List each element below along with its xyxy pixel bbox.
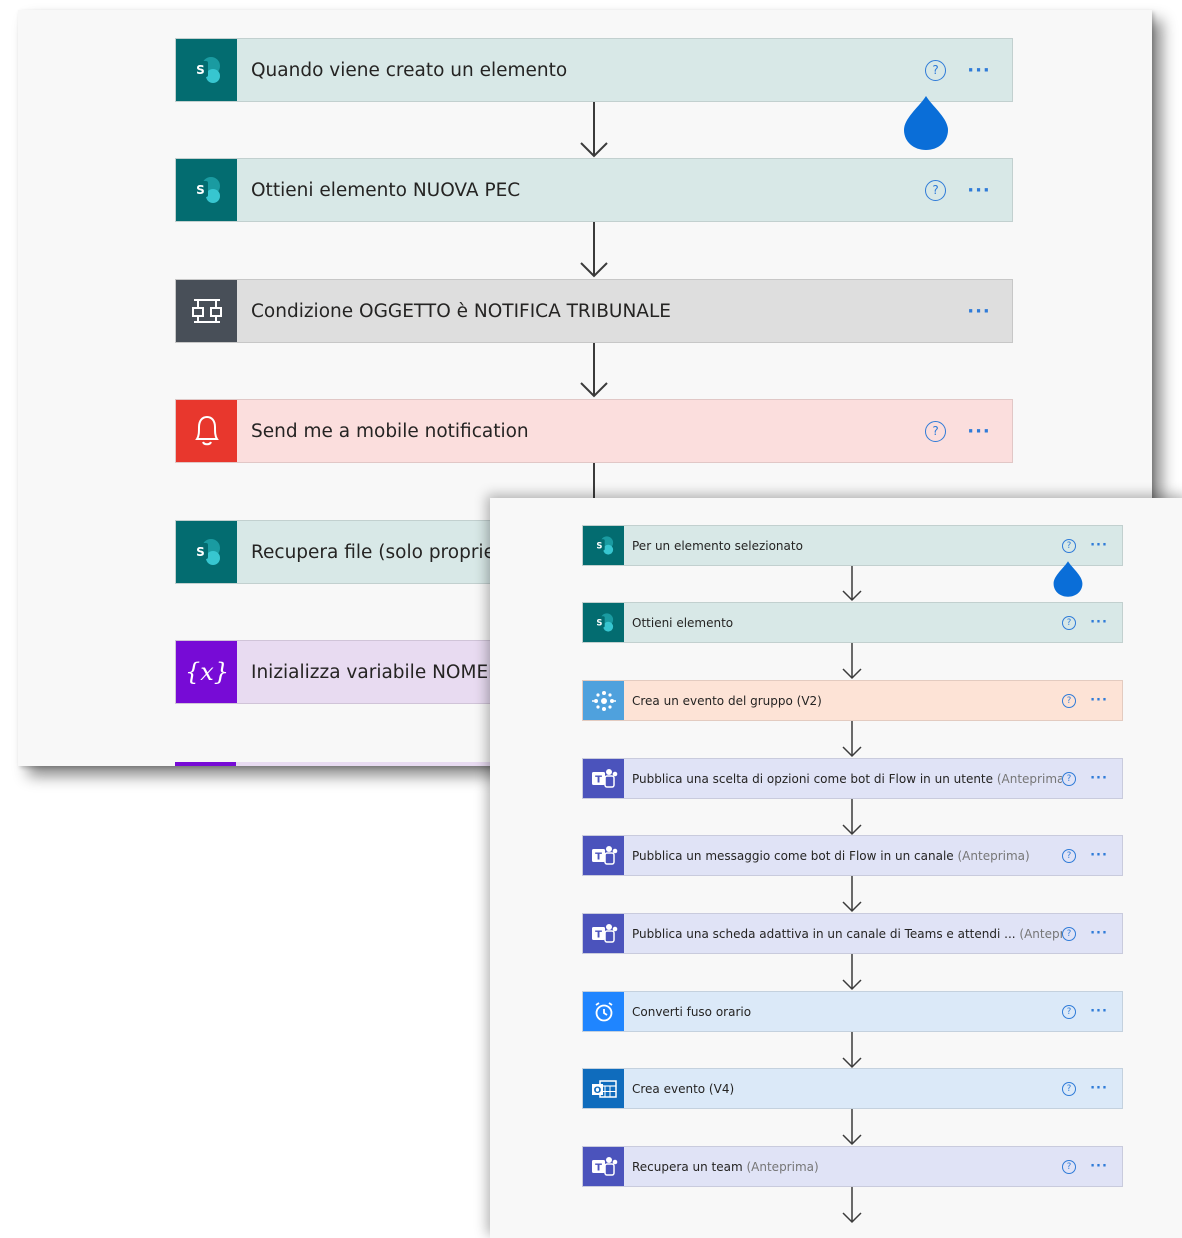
svg-text:S: S xyxy=(196,63,205,77)
help-icon[interactable]: ? xyxy=(1062,848,1076,863)
sharepoint-icon: S xyxy=(176,39,237,101)
step-title: Recupera un team (Anteprima) xyxy=(624,1160,1062,1174)
step-title-text: Per un elemento selezionato xyxy=(632,538,803,553)
office-groups-icon xyxy=(583,681,624,720)
teams-icon: T xyxy=(583,1147,624,1186)
more-options-icon[interactable]: ··· xyxy=(946,421,1012,442)
step-converti-fuso-orario[interactable]: Converti fuso orario ? ··· xyxy=(582,991,1123,1032)
sharepoint-icon: S xyxy=(176,159,237,221)
help-icon[interactable]: ? xyxy=(1062,538,1076,553)
svg-text:T: T xyxy=(595,774,602,785)
more-options-icon[interactable]: ··· xyxy=(1076,926,1122,941)
svg-text:T: T xyxy=(595,851,602,862)
more-options-icon[interactable]: ··· xyxy=(1076,1159,1122,1174)
teams-icon: T xyxy=(583,759,624,798)
flow-designer-window-front: S Per un elemento selezionato ? ··· S Ot… xyxy=(490,498,1182,1238)
svg-text:T: T xyxy=(595,929,602,940)
step-title: Ottieni elemento xyxy=(624,616,1062,630)
step-title: Send me a mobile notification xyxy=(251,420,529,442)
svg-text:S: S xyxy=(196,545,205,559)
sharepoint-icon: S xyxy=(583,526,624,565)
step-pubblica-messaggio[interactable]: T Pubblica un messaggio come bot di Flow… xyxy=(582,835,1123,876)
condition-icon xyxy=(176,280,237,342)
step-recupera-team[interactable]: T Recupera un team (Anteprima) ? ··· xyxy=(582,1146,1123,1187)
teams-icon: T xyxy=(583,914,624,953)
preview-suffix: (Anteprima) xyxy=(1019,926,1062,941)
step-title-text: Pubblica una scheda adattiva in un canal… xyxy=(632,926,1016,941)
step-crea-evento-v4[interactable]: O Crea evento (V4) ? ··· xyxy=(582,1068,1123,1109)
help-icon[interactable]: ? xyxy=(1062,926,1076,941)
alarm-clock-icon xyxy=(583,992,624,1031)
help-icon[interactable]: ? xyxy=(1062,1004,1076,1019)
svg-text:O: O xyxy=(593,1086,601,1096)
more-options-icon[interactable]: ··· xyxy=(1076,771,1122,786)
step-title: Per un elemento selezionato xyxy=(624,539,1062,553)
step-title-text: Recupera un team xyxy=(632,1159,743,1174)
more-options-icon[interactable]: ··· xyxy=(946,60,1012,81)
help-icon[interactable]: ? xyxy=(1062,1159,1076,1174)
more-options-icon[interactable]: ··· xyxy=(946,180,1012,201)
teams-icon: T xyxy=(583,836,624,875)
svg-text:S: S xyxy=(596,540,602,550)
svg-text:{x}: {x} xyxy=(184,658,228,686)
step-title-text: Pubblica un messaggio come bot di Flow i… xyxy=(632,848,954,863)
step-quando-viene-creato[interactable]: S Quando viene creato un elemento ? ··· xyxy=(175,38,1013,102)
step-title: Crea un evento del gruppo (V2) xyxy=(624,694,1062,708)
step-send-mobile-notification[interactable]: Send me a mobile notification ? ··· xyxy=(175,399,1013,463)
step-title: Quando viene creato un elemento xyxy=(251,59,568,81)
svg-text:S: S xyxy=(596,617,602,627)
step-pubblica-scelta-opzioni[interactable]: T Pubblica una scelta di opzioni come bo… xyxy=(582,758,1123,799)
step-title: Condizione OGGETTO è NOTIFICA TRIBUNALE xyxy=(251,300,671,322)
preview-suffix: (Anteprima) xyxy=(957,848,1030,863)
step-crea-evento-gruppo[interactable]: Crea un evento del gruppo (V2) ? ··· xyxy=(582,680,1123,721)
step-title: Ottieni elemento NUOVA PEC xyxy=(251,179,521,201)
drop-marker-icon xyxy=(1053,561,1083,597)
step-pubblica-scheda-adattiva[interactable]: T Pubblica una scheda adattiva in un can… xyxy=(582,913,1123,954)
step-per-un-elemento-selezionato[interactable]: S Per un elemento selezionato ? ··· xyxy=(582,525,1123,566)
more-options-icon[interactable]: ··· xyxy=(1076,693,1122,708)
step-title: Pubblica un messaggio come bot di Flow i… xyxy=(624,849,1062,863)
step-title: Pubblica una scelta di opzioni come bot … xyxy=(624,772,1062,786)
help-icon[interactable]: ? xyxy=(925,59,946,81)
help-icon[interactable]: ? xyxy=(1062,693,1076,708)
step-title-text: Crea evento (V4) xyxy=(632,1081,735,1096)
sharepoint-icon: S xyxy=(583,603,624,642)
outlook-calendar-icon: O xyxy=(583,1069,624,1108)
more-options-icon[interactable]: ··· xyxy=(946,301,1012,322)
step-ottieni-elemento-nuova-pec[interactable]: S Ottieni elemento NUOVA PEC ? ··· xyxy=(175,158,1013,222)
preview-suffix: (Anteprima) xyxy=(996,771,1062,786)
step-title: Crea evento (V4) xyxy=(624,1082,1062,1096)
step-title-text: Converti fuso orario xyxy=(632,1004,752,1019)
help-icon[interactable]: ? xyxy=(925,179,946,201)
step-title-text: Crea un evento del gruppo (V2) xyxy=(632,693,822,708)
variable-icon xyxy=(175,762,236,766)
more-options-icon[interactable]: ··· xyxy=(1076,615,1122,630)
step-title: Converti fuso orario xyxy=(624,1005,1062,1019)
svg-text:S: S xyxy=(196,183,205,197)
sharepoint-icon: S xyxy=(176,521,237,583)
more-options-icon[interactable]: ··· xyxy=(1076,848,1122,863)
bell-icon xyxy=(176,400,237,462)
drop-marker-icon xyxy=(904,96,948,150)
step-title-text: Ottieni elemento xyxy=(632,615,734,630)
preview-suffix: (Anteprima) xyxy=(746,1159,819,1174)
step-ottieni-elemento[interactable]: S Ottieni elemento ? ··· xyxy=(582,602,1123,643)
variable-icon: {x} xyxy=(176,641,237,703)
step-condizione[interactable]: Condizione OGGETTO è NOTIFICA TRIBUNALE … xyxy=(175,279,1013,343)
svg-text:T: T xyxy=(595,1162,602,1173)
help-icon[interactable]: ? xyxy=(1062,615,1076,630)
more-options-icon[interactable]: ··· xyxy=(1076,1004,1122,1019)
more-options-icon[interactable]: ··· xyxy=(1076,538,1122,553)
step-title-text: Pubblica una scelta di opzioni come bot … xyxy=(632,771,994,786)
help-icon[interactable]: ? xyxy=(1062,771,1076,786)
help-icon[interactable]: ? xyxy=(1062,1081,1076,1096)
help-icon[interactable]: ? xyxy=(925,420,946,442)
step-title: Pubblica una scheda adattiva in un canal… xyxy=(624,927,1062,941)
more-options-icon[interactable]: ··· xyxy=(1076,1081,1122,1096)
